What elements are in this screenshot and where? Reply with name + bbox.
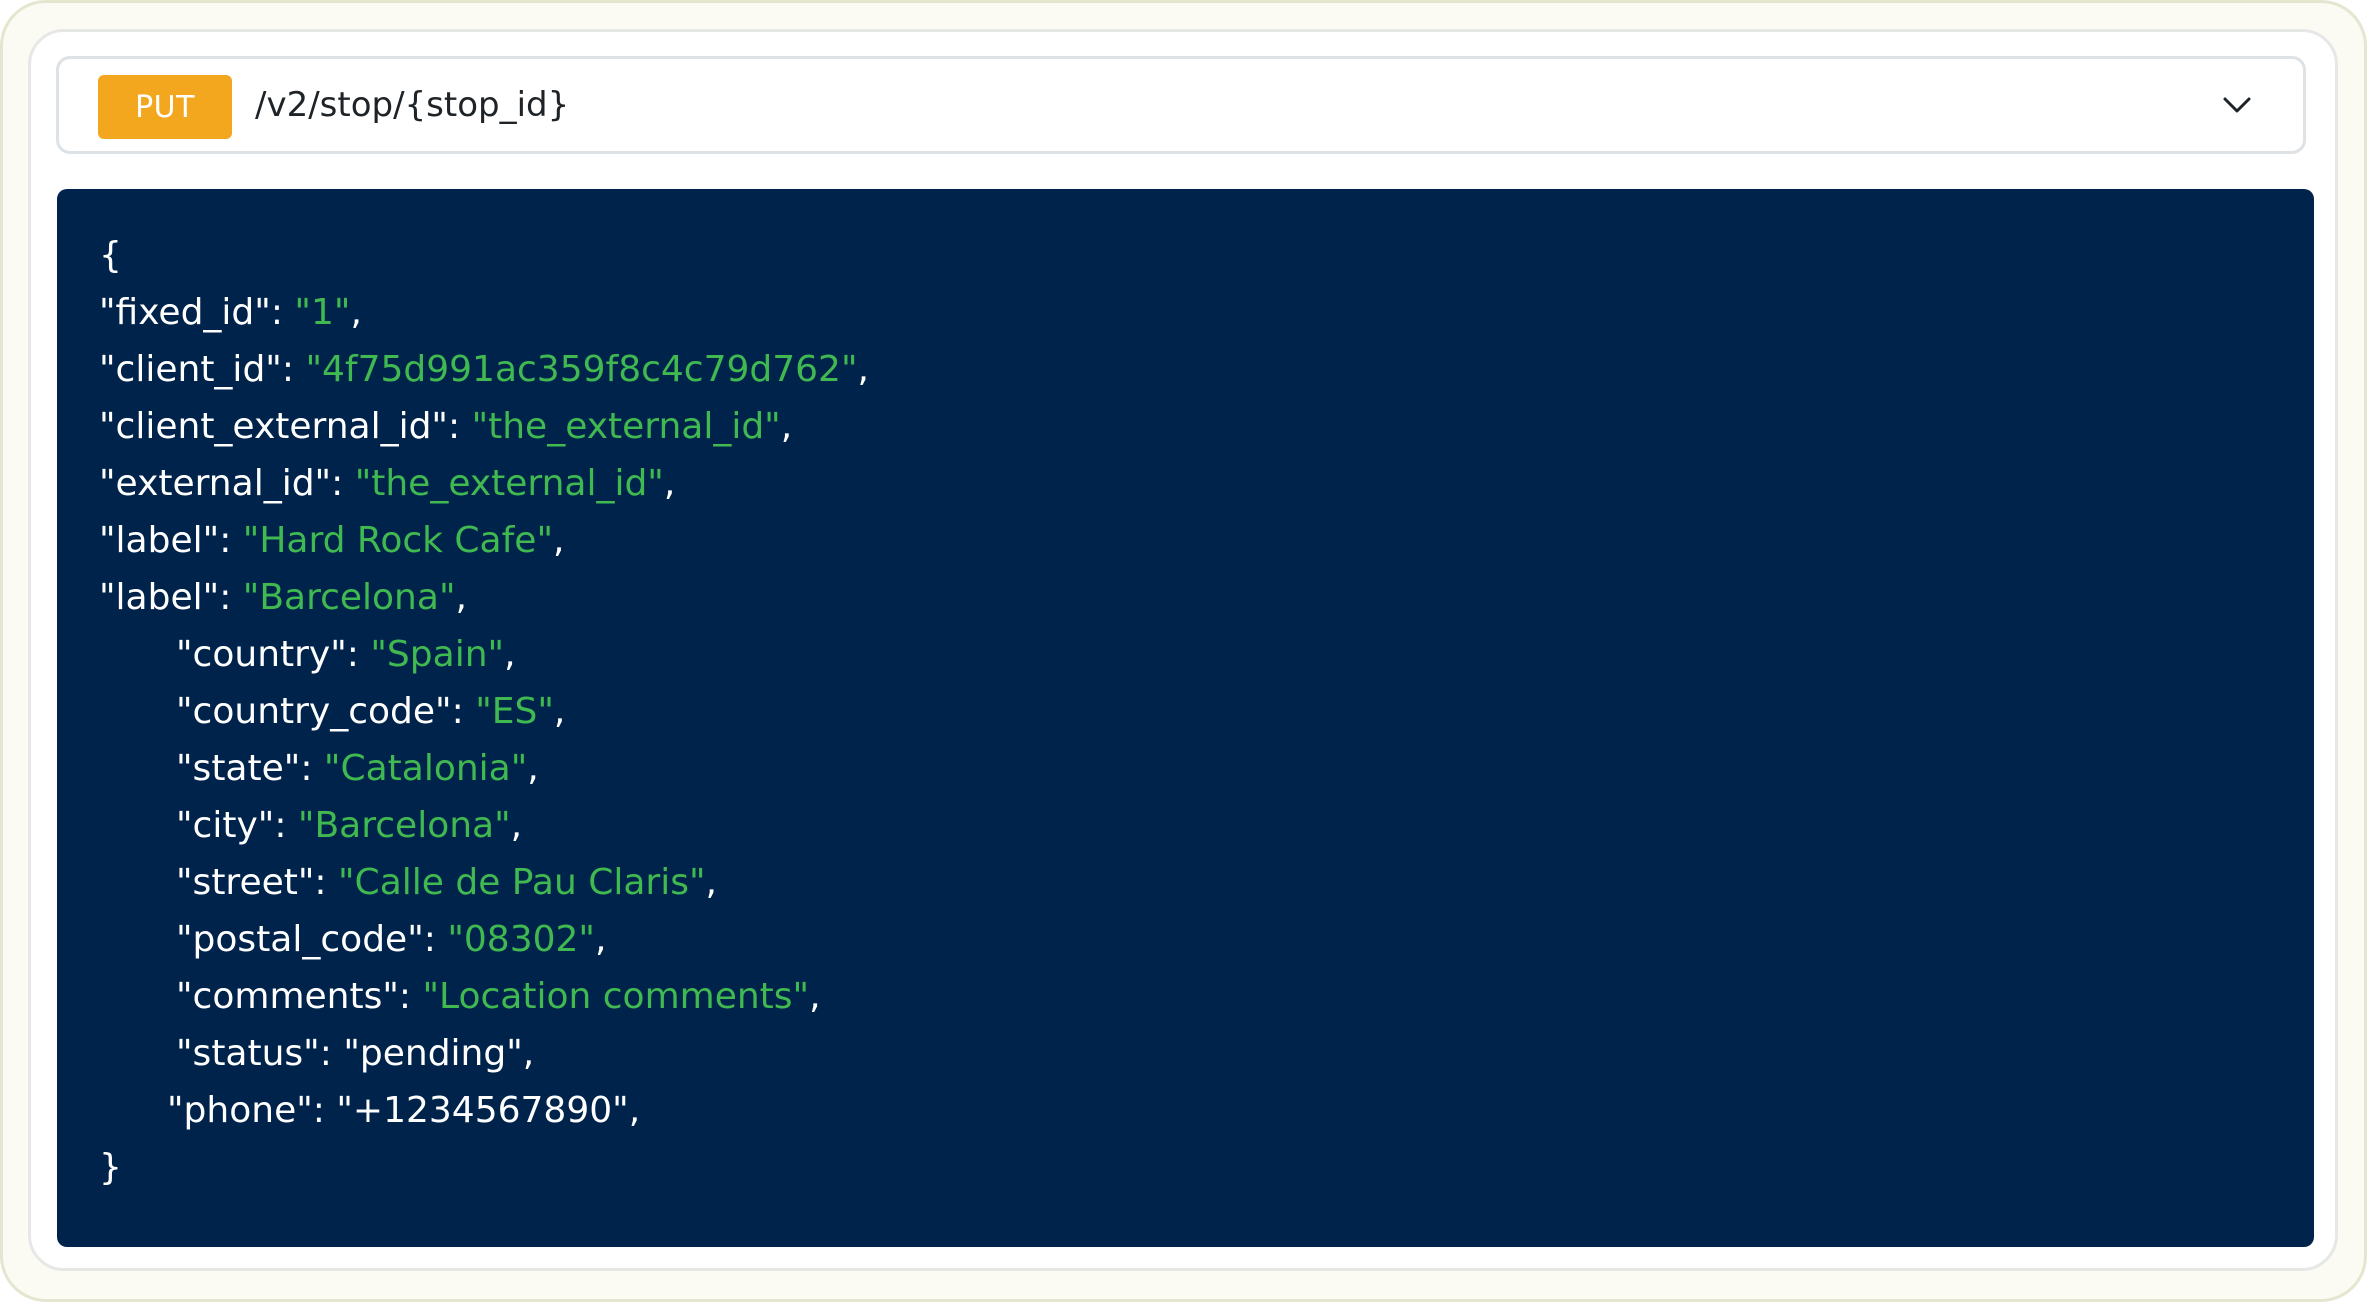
json-key: "status" — [176, 1033, 320, 1074]
json-value: "+1234567890" — [336, 1090, 629, 1131]
json-key: "external_id" — [99, 463, 332, 504]
json-value: "Calle de Pau Claris" — [338, 862, 706, 903]
code-line-comments: "comments": "Location comments", — [176, 976, 821, 1017]
code-line-client-external-id: "client_external_id": "the_external_id", — [99, 406, 793, 447]
json-key: "label" — [99, 577, 220, 618]
code-line-postal-code: "postal_code": "08302", — [176, 919, 607, 960]
code-line-country: "country": "Spain", — [176, 634, 516, 675]
json-value: "4f75d991ac359f8c4c79d762" — [305, 349, 858, 390]
json-key: "fixed_id" — [99, 292, 271, 333]
json-value: "the_external_id" — [354, 463, 664, 504]
json-value: "pending" — [343, 1033, 523, 1074]
json-key: "street" — [176, 862, 315, 903]
json-key: "city" — [176, 805, 275, 846]
code-line-external-id: "external_id": "the_external_id", — [99, 463, 676, 504]
json-key: "comments" — [176, 976, 399, 1017]
json-key: "country_code" — [176, 691, 452, 732]
open-brace: { — [99, 235, 122, 276]
code-line-status: "status": "pending", — [176, 1033, 535, 1074]
method-badge: PUT — [98, 75, 232, 139]
json-key: "country" — [176, 634, 347, 675]
endpoint-path: /v2/stop/{stop_id} — [255, 85, 570, 125]
json-value: "Barcelona" — [297, 805, 511, 846]
code-line-client-id: "client_id": "4f75d991ac359f8c4c79d762", — [99, 349, 869, 390]
json-key: "label" — [99, 520, 220, 561]
json-value: "Barcelona" — [242, 577, 456, 618]
json-value: "Spain" — [370, 634, 505, 675]
json-value: "Hard Rock Cafe" — [242, 520, 554, 561]
json-value: "Catalonia" — [323, 748, 528, 789]
code-line-label-2: "label": "Barcelona", — [99, 577, 467, 618]
json-value: "Location comments" — [422, 976, 810, 1017]
code-line-label: "label": "Hard Rock Cafe", — [99, 520, 565, 561]
code-line-fixed-id: "fixed_id": "1", — [99, 292, 362, 333]
json-value: "the_external_id" — [471, 406, 781, 447]
close-brace: } — [99, 1147, 122, 1188]
code-line-city: "city": "Barcelona", — [176, 805, 523, 846]
json-key: "phone" — [167, 1090, 313, 1131]
json-key: "postal_code" — [176, 919, 424, 960]
json-value: "1" — [294, 292, 351, 333]
json-key: "state" — [176, 748, 301, 789]
code-block: { "fixed_id": "1", "client_id": "4f75d99… — [57, 189, 2314, 1247]
code-line-phone: "phone": "+1234567890", — [167, 1090, 641, 1131]
json-value: "ES" — [475, 691, 554, 732]
json-value: "08302" — [447, 919, 595, 960]
endpoint-header[interactable]: PUT /v2/stop/{stop_id} — [56, 56, 2306, 154]
code-line-state: "state": "Catalonia", — [176, 748, 539, 789]
json-key: "client_external_id" — [99, 406, 448, 447]
json-key: "client_id" — [99, 349, 282, 390]
code-line-street: "street": "Calle de Pau Claris", — [176, 862, 717, 903]
chevron-down-icon[interactable] — [2219, 87, 2255, 123]
code-line-country-code: "country_code": "ES", — [176, 691, 566, 732]
